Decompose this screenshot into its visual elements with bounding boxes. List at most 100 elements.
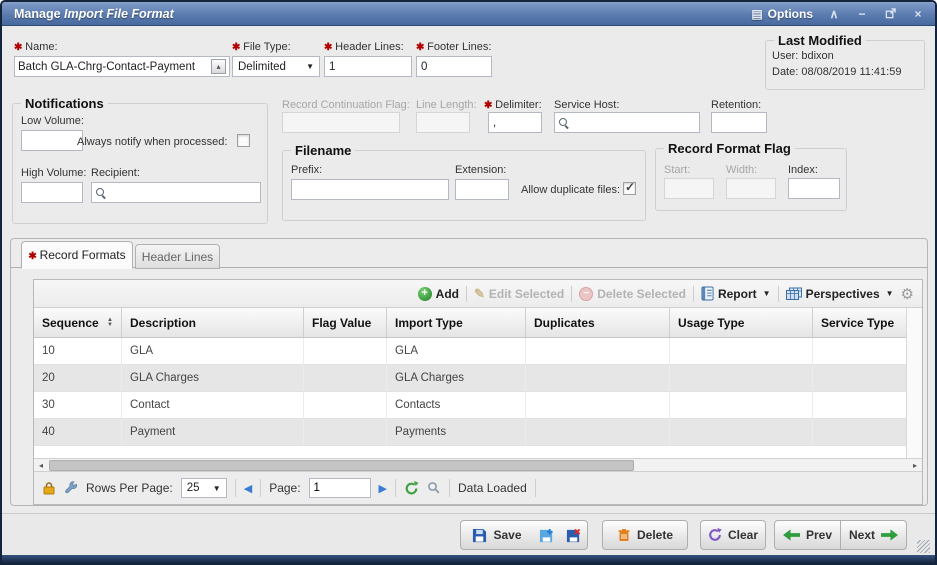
next-button[interactable]: Next bbox=[841, 520, 907, 550]
column-header[interactable]: Flag Value bbox=[304, 308, 387, 337]
search-icon[interactable] bbox=[95, 187, 107, 199]
prev-button[interactable]: Prev bbox=[774, 520, 841, 550]
allow-duplicate-checkbox[interactable] bbox=[623, 182, 636, 195]
delete-button[interactable]: Delete bbox=[602, 520, 688, 550]
minimize-icon[interactable]: − bbox=[855, 8, 869, 20]
scroll-right-icon[interactable]: ▸ bbox=[908, 459, 922, 471]
extension-input[interactable] bbox=[455, 179, 509, 200]
perspectives-icon bbox=[786, 287, 802, 301]
header-lines-input[interactable] bbox=[324, 56, 412, 77]
low-volume-input[interactable] bbox=[21, 130, 83, 151]
grid-cell: GLA Charges bbox=[122, 365, 304, 391]
add-button[interactable]: + Add bbox=[418, 287, 459, 301]
tab-header-lines[interactable]: Header Lines bbox=[135, 244, 220, 269]
file-type-select[interactable]: Delimited ▼ bbox=[232, 56, 320, 77]
collapse-icon[interactable]: ∧ bbox=[827, 8, 841, 20]
next-page-icon[interactable]: ▶ bbox=[379, 482, 387, 495]
edit-selected-button[interactable]: ✎ Edit Selected bbox=[474, 286, 564, 302]
save-and-add-button[interactable] bbox=[533, 520, 561, 550]
save-plus-icon bbox=[539, 528, 554, 543]
popout-icon[interactable] bbox=[883, 8, 897, 21]
rows-per-page-label: Rows Per Page: bbox=[86, 481, 173, 495]
prefix-input[interactable] bbox=[291, 179, 449, 200]
recipient-field[interactable] bbox=[91, 182, 261, 203]
pager-separator bbox=[235, 479, 236, 497]
column-header[interactable]: Import Type bbox=[387, 308, 526, 337]
table-row[interactable]: 10GLAGLA bbox=[34, 338, 908, 365]
grid-cell bbox=[813, 338, 908, 364]
always-notify-checkbox[interactable] bbox=[237, 134, 250, 147]
gear-icon[interactable]: ⚙ bbox=[901, 285, 914, 303]
rows-per-page-select[interactable]: 25 ▼ bbox=[181, 478, 227, 498]
scroll-left-icon[interactable]: ◂ bbox=[34, 459, 48, 471]
search-icon[interactable] bbox=[558, 117, 570, 129]
column-header[interactable]: Sequence▲▼ bbox=[34, 308, 122, 337]
clear-button[interactable]: Clear bbox=[700, 520, 766, 550]
options-button[interactable]: ▤ Options bbox=[751, 7, 813, 21]
tab-record-formats[interactable]: Record Formats bbox=[21, 241, 133, 269]
search-icon[interactable] bbox=[427, 481, 441, 495]
toolbar-separator bbox=[693, 286, 694, 302]
service-host-field[interactable] bbox=[554, 112, 700, 133]
column-header[interactable]: Duplicates bbox=[526, 308, 670, 337]
grid-cell bbox=[813, 419, 908, 445]
table-row[interactable]: 30ContactContacts bbox=[34, 392, 908, 419]
allow-duplicate-label: Allow duplicate files: bbox=[521, 184, 620, 196]
service-host-input[interactable] bbox=[573, 117, 696, 129]
grid-cell bbox=[813, 365, 908, 391]
filename-legend: Filename bbox=[291, 143, 355, 158]
always-notify-label: Always notify when processed: bbox=[77, 136, 227, 148]
name-input[interactable] bbox=[18, 61, 208, 73]
title-bar[interactable]: Manage Import File Format ▤ Options ∧ − … bbox=[2, 2, 935, 26]
previous-page-icon[interactable]: ◀ bbox=[244, 482, 252, 495]
save-button[interactable]: Save bbox=[460, 520, 534, 550]
table-row[interactable]: 20GLA ChargesGLA Charges bbox=[34, 365, 908, 392]
lock-icon[interactable] bbox=[42, 481, 56, 495]
delimiter-input[interactable] bbox=[488, 112, 542, 133]
column-header[interactable]: Usage Type bbox=[670, 308, 813, 337]
horizontal-scrollbar[interactable]: ◂ ▸ bbox=[34, 458, 922, 472]
last-modified-group: Last Modified User: bdixon Date: 08/08/2… bbox=[765, 33, 925, 90]
name-field[interactable]: ▴ bbox=[14, 56, 230, 77]
page-input[interactable] bbox=[309, 478, 371, 498]
retention-label: Retention: bbox=[711, 99, 761, 111]
save-and-close-button[interactable] bbox=[560, 520, 588, 550]
index-input[interactable] bbox=[788, 178, 840, 199]
column-header[interactable]: Service Type bbox=[813, 308, 908, 337]
column-header[interactable]: Description bbox=[122, 308, 304, 337]
grid-cell: GLA bbox=[387, 338, 526, 364]
grid-cell bbox=[526, 365, 670, 391]
width-label: Width: bbox=[726, 164, 757, 176]
refresh-icon[interactable] bbox=[404, 481, 419, 496]
close-icon[interactable]: × bbox=[911, 8, 925, 20]
service-host-label: Service Host: bbox=[554, 99, 619, 111]
table-row[interactable]: 40PaymentPayments bbox=[34, 419, 908, 446]
last-modified-date: Date: 08/08/2019 11:41:59 bbox=[772, 66, 901, 78]
report-button[interactable]: Report ▼ bbox=[701, 286, 771, 301]
add-plus-icon: + bbox=[418, 287, 432, 301]
wrench-icon[interactable] bbox=[64, 481, 78, 495]
save-icon bbox=[472, 528, 487, 543]
name-edit-trigger-icon[interactable]: ▴ bbox=[211, 59, 226, 74]
record-continuation-flag-input bbox=[282, 112, 400, 133]
resize-handle[interactable] bbox=[917, 540, 930, 553]
sort-icon[interactable]: ▲▼ bbox=[107, 318, 113, 328]
vertical-scrollbar[interactable] bbox=[906, 308, 922, 460]
retention-input[interactable] bbox=[711, 112, 767, 133]
recipient-input[interactable] bbox=[110, 187, 257, 199]
delete-label: Delete bbox=[637, 528, 673, 542]
footer-lines-input[interactable] bbox=[416, 56, 492, 77]
high-volume-input[interactable] bbox=[21, 182, 83, 203]
tab-header-lines-label: Header Lines bbox=[142, 250, 213, 264]
chevron-down-icon: ▼ bbox=[213, 484, 221, 493]
scrollbar-thumb[interactable] bbox=[49, 460, 634, 471]
trash-icon bbox=[617, 528, 631, 542]
pager-separator bbox=[449, 479, 450, 497]
delete-selected-button[interactable]: − Delete Selected bbox=[579, 287, 686, 301]
next-label: Next bbox=[849, 528, 875, 542]
grid-cell: Payment bbox=[122, 419, 304, 445]
title-emphasis: Import File Format bbox=[64, 7, 174, 21]
perspectives-button[interactable]: Perspectives ▼ bbox=[786, 287, 894, 301]
arrow-left-icon bbox=[783, 529, 800, 541]
toolbar-separator bbox=[571, 286, 572, 302]
